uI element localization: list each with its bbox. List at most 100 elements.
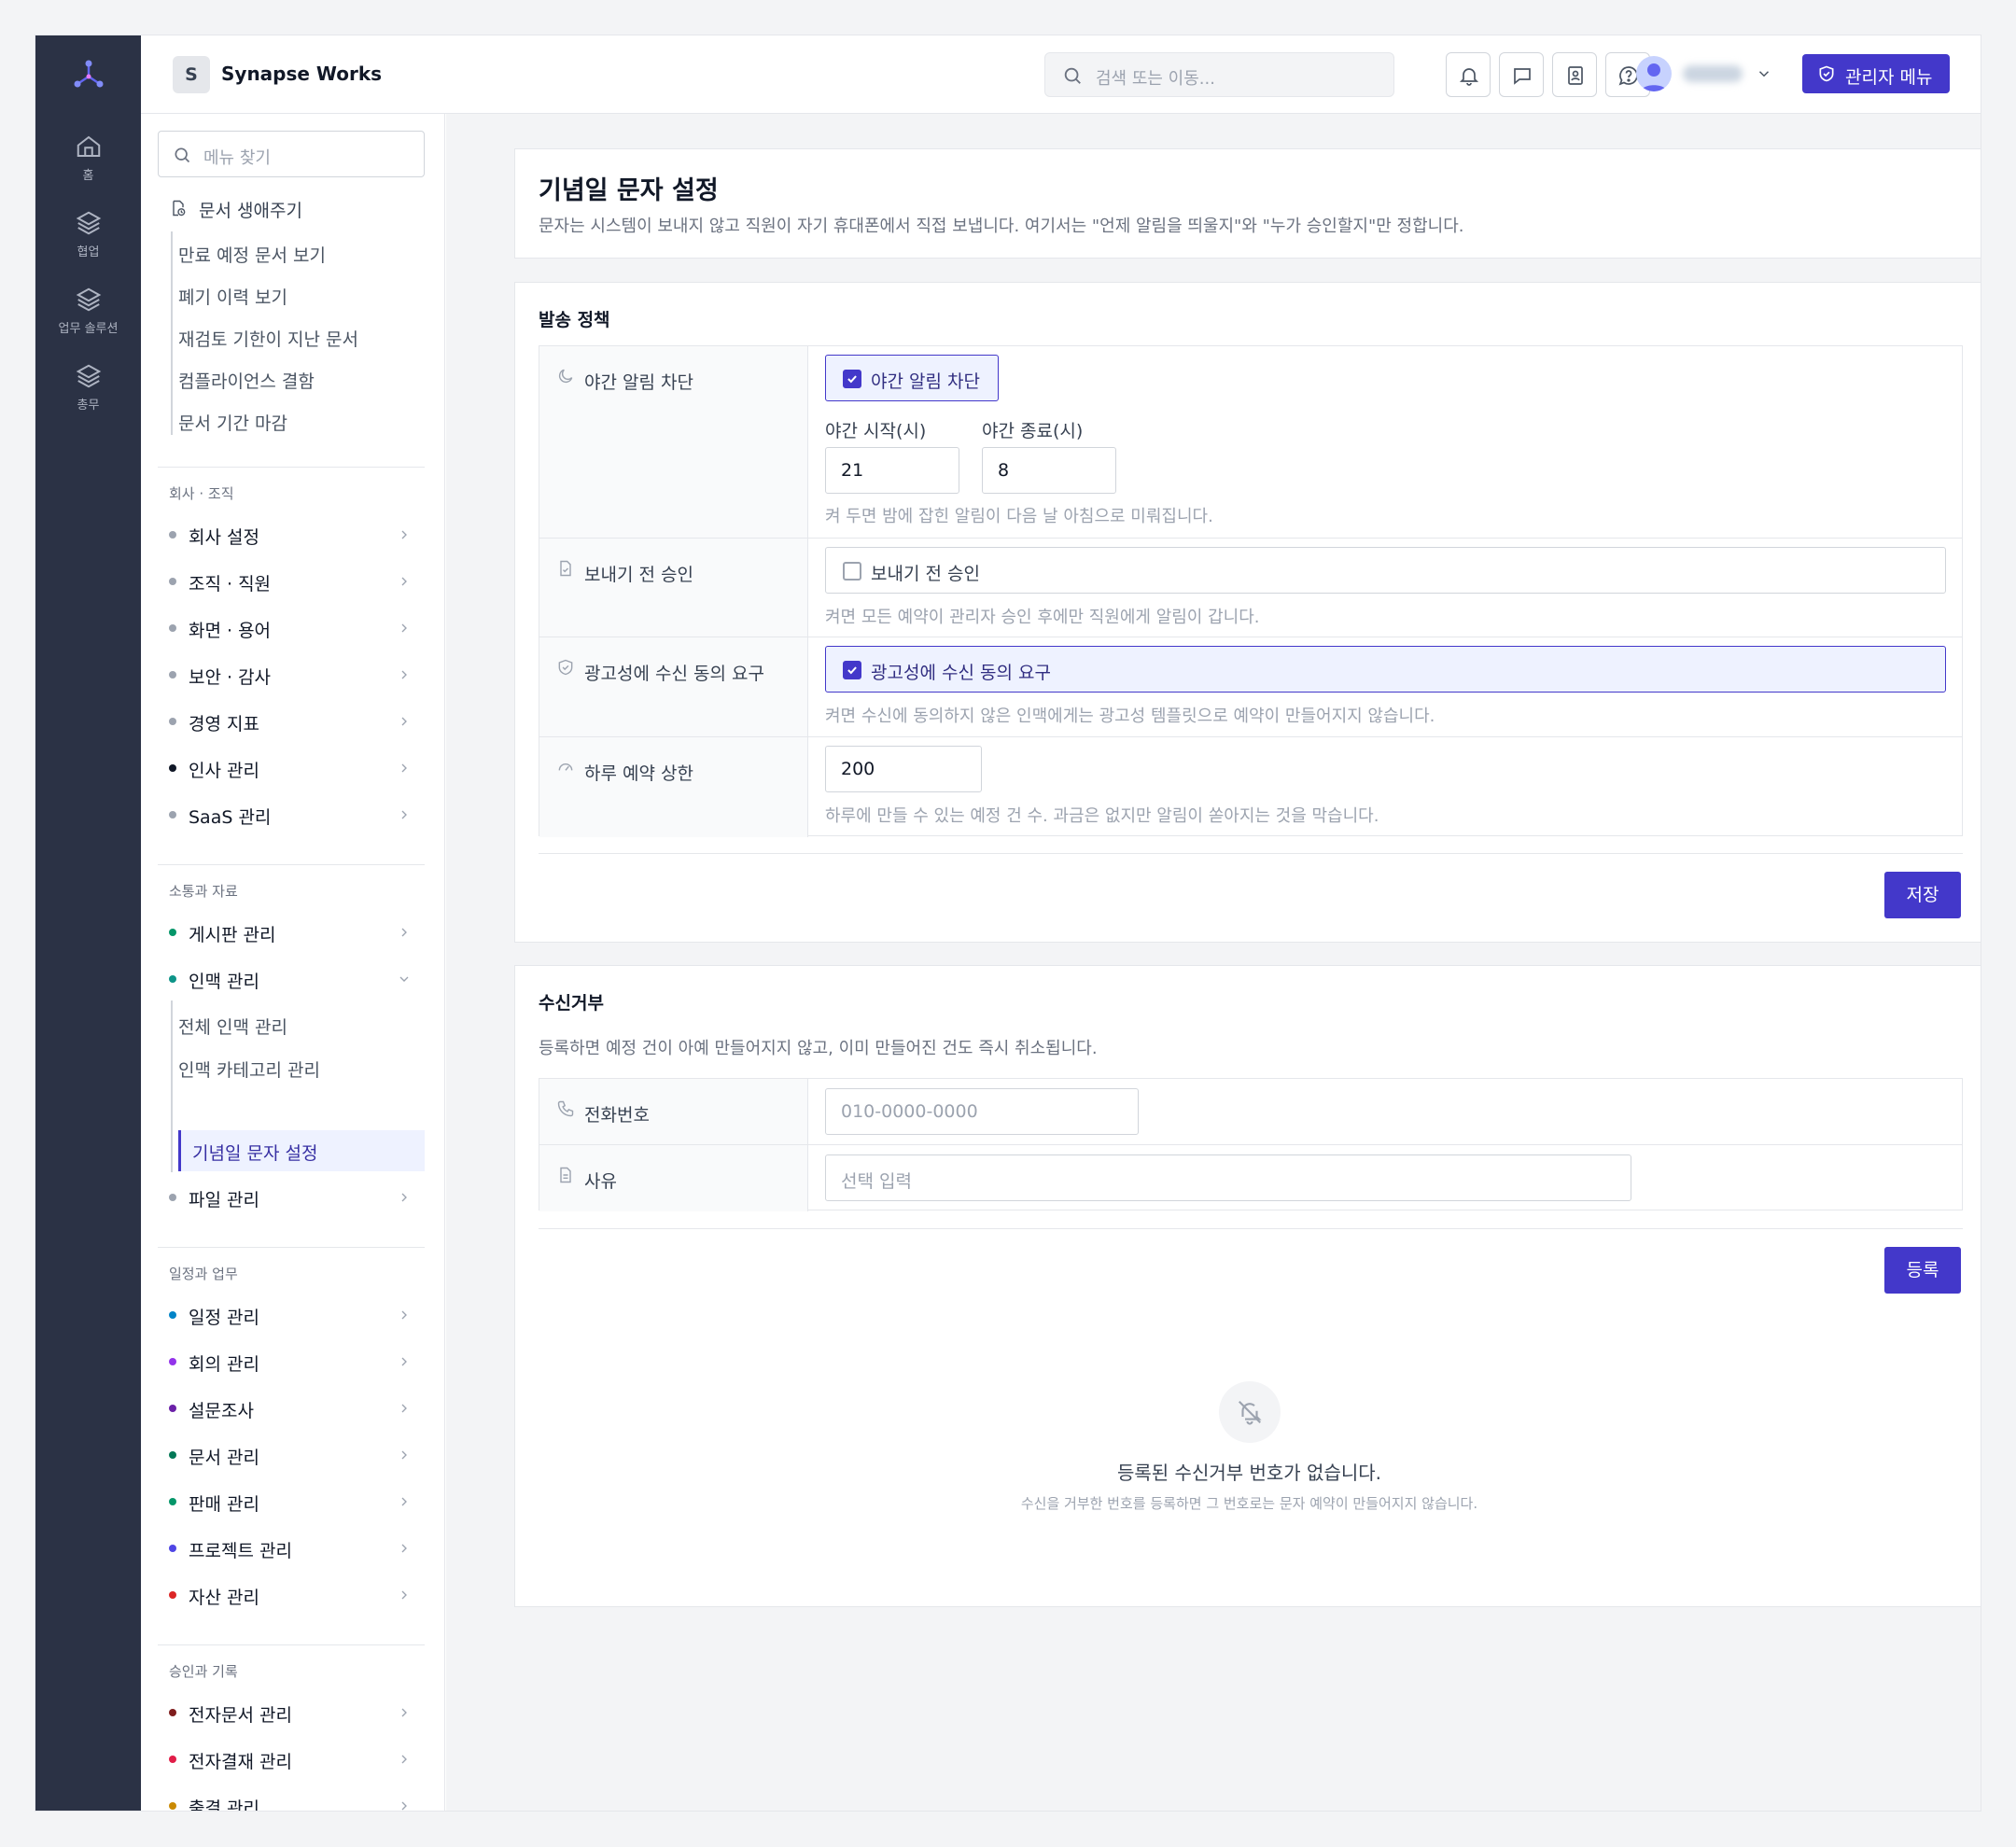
- menu-search-input[interactable]: 메뉴 찾기: [158, 131, 425, 177]
- row-label: 광고성에 수신 동의 요구: [584, 664, 764, 684]
- contacts-button[interactable]: [1552, 52, 1597, 97]
- rail-item-home[interactable]: 홈: [35, 133, 141, 183]
- shield-check-icon: [1819, 65, 1834, 82]
- chevron-right-icon: [401, 1310, 407, 1320]
- rail-item-general-affairs[interactable]: 총무: [35, 362, 141, 413]
- sidebar-item-screen-terms[interactable]: 화면 · 용어: [158, 609, 425, 648]
- register-button[interactable]: 등록: [1884, 1247, 1961, 1294]
- sidebar-item-org-staff[interactable]: 조직 · 직원: [158, 562, 425, 601]
- sidebar-item-company-settings[interactable]: 회사 설정: [158, 515, 425, 554]
- checkbox-box: [843, 661, 861, 679]
- sidebar-item-kpi[interactable]: 경영 지표: [158, 702, 425, 741]
- status-dot: [169, 1591, 176, 1599]
- checkbox-box: [843, 370, 861, 388]
- sidebar-item-attendance[interactable]: 출결 관리: [158, 1786, 425, 1811]
- row-header: 사유: [539, 1145, 808, 1211]
- status-dot: [169, 1405, 176, 1412]
- org-name[interactable]: Synapse Works: [221, 63, 382, 85]
- page-description: 문자는 시스템이 보내지 않고 직원이 자기 휴대폰에서 직접 보냅니다. 여기…: [539, 217, 1464, 236]
- admin-menu-button[interactable]: 관리자 메뉴: [1802, 54, 1950, 93]
- avatar[interactable]: [1636, 56, 1672, 91]
- notifications-button[interactable]: [1446, 52, 1491, 97]
- status-dot: [169, 1545, 176, 1552]
- sidebar-item-assets[interactable]: 자산 관리: [158, 1575, 425, 1615]
- sidebar-section-title: 승인과 기록: [169, 1663, 238, 1680]
- status-dot: [169, 1802, 176, 1810]
- sidebar-item-saas[interactable]: SaaS 관리: [158, 795, 425, 834]
- search-icon: [175, 147, 190, 163]
- row-label: 보내기 전 승인: [584, 565, 693, 585]
- file-check-icon: [560, 560, 571, 577]
- daily-limit-input[interactable]: 200: [825, 746, 982, 792]
- sidebar-subitem-expiring[interactable]: 만료 예정 문서 보기: [178, 242, 326, 267]
- sidebar-item-meetings[interactable]: 회의 관리: [158, 1342, 425, 1381]
- status-dot: [169, 718, 176, 725]
- sidebar-item-projects[interactable]: 프로젝트 관리: [158, 1529, 425, 1568]
- checkbox-box: [843, 562, 861, 581]
- messages-button[interactable]: [1499, 52, 1544, 97]
- sidebar-item-hr[interactable]: 인사 관리: [158, 749, 425, 788]
- main-content: 기념일 문자 설정 문자는 시스템이 보내지 않고 직원이 자기 휴대폰에서 직…: [446, 114, 1981, 1811]
- sidebar-item-sales[interactable]: 판매 관리: [158, 1482, 425, 1521]
- shield-check-icon: [558, 659, 573, 676]
- sidebar-divider: [158, 1247, 425, 1248]
- sidebar-item-label: 회의 관리: [189, 1354, 259, 1375]
- sidebar-item-board[interactable]: 게시판 관리: [158, 913, 425, 952]
- reason-input[interactable]: 선택 입력: [825, 1154, 1631, 1201]
- chevron-down-icon[interactable]: [1756, 65, 1772, 82]
- page-title: 기념일 문자 설정: [539, 176, 719, 205]
- sidebar-item-contacts[interactable]: 인맥 관리: [158, 959, 425, 999]
- night-block-checkbox[interactable]: 야간 알림 차단: [825, 355, 999, 401]
- sidebar-divider: [158, 864, 425, 865]
- sidebar-item-e-approval[interactable]: 전자결재 관리: [158, 1740, 425, 1779]
- rail-item-label: 홈: [82, 169, 94, 183]
- status-dot: [169, 1311, 176, 1319]
- chevron-right-icon: [401, 1801, 407, 1811]
- night-start-input[interactable]: 21: [825, 447, 959, 494]
- sidebar-subitem-anniversary-sms-active[interactable]: 기념일 문자 설정: [178, 1130, 425, 1171]
- daily-limit-hint: 하루에 만들 수 있는 예정 건 수. 과금은 없지만 알림이 쏟아지는 것을 …: [825, 806, 1379, 826]
- sidebar-item-label: 자산 관리: [189, 1588, 259, 1608]
- chevron-right-icon: [401, 1544, 407, 1553]
- org-badge[interactable]: S: [173, 56, 210, 93]
- consent-checkbox[interactable]: 광고성에 수신 동의 요구: [825, 646, 1946, 693]
- night-end-input[interactable]: 8: [982, 447, 1116, 494]
- approval-checkbox[interactable]: 보내기 전 승인: [825, 547, 1946, 594]
- top-bar: S Synapse Works 검색 또는 이동... 관리자 메뉴: [141, 35, 1981, 114]
- sidebar-subitem-compliance[interactable]: 컴플라이언스 결함: [178, 368, 315, 393]
- rail-item-solutions[interactable]: 업무 솔루션: [35, 286, 141, 336]
- rail-item-label: 업무 솔루션: [58, 322, 119, 336]
- global-search-input[interactable]: 검색 또는 이동...: [1044, 52, 1394, 97]
- user-name-blurred[interactable]: [1683, 65, 1743, 82]
- save-button[interactable]: 저장: [1884, 872, 1961, 918]
- user-avatar-icon: [1641, 63, 1667, 91]
- home-icon: [77, 135, 100, 157]
- sidebar-item-schedule[interactable]: 일정 관리: [158, 1295, 425, 1335]
- empty-state-icon-wrap: [1219, 1381, 1281, 1443]
- opt-out-row-phone: 전화번호 010-0000-0000: [539, 1079, 1962, 1145]
- sidebar-subitem-overdue-review[interactable]: 재검토 기한이 지난 문서: [178, 326, 358, 351]
- sidebar-subitem-contact-categories[interactable]: 인맥 카테고리 관리: [178, 1056, 320, 1082]
- sidebar-item-e-documents[interactable]: 전자문서 관리: [158, 1693, 425, 1732]
- rail-item-collab[interactable]: 협업: [35, 209, 141, 259]
- sidebar-subitem-period-close[interactable]: 문서 기간 마감: [178, 410, 287, 435]
- phone-input[interactable]: 010-0000-0000: [825, 1088, 1139, 1135]
- sidebar-item-documents[interactable]: 문서 관리: [158, 1435, 425, 1475]
- row-label: 전화번호: [584, 1105, 650, 1126]
- send-policy-card: 발송 정책 야간 알림 차단 야간 알림 차단 야간 시작(시) 야간 종료(시…: [514, 282, 1981, 943]
- sidebar-item-files[interactable]: 파일 관리: [158, 1178, 425, 1217]
- chat-icon: [1514, 68, 1531, 85]
- sidebar-item-security-audit[interactable]: 보안 · 감사: [158, 655, 425, 694]
- sidebar-item-doc-lifecycle[interactable]: 문서 생애주기: [158, 189, 425, 228]
- bell-icon: [1459, 68, 1479, 86]
- sidebar-subitem-disposal-history[interactable]: 폐기 이력 보기: [178, 284, 287, 309]
- app-logo[interactable]: [71, 56, 106, 91]
- chevron-right-icon: [401, 1450, 407, 1460]
- sidebar-subitem-all-contacts[interactable]: 전체 인맥 관리: [178, 1014, 287, 1039]
- checkbox-label: 광고성에 수신 동의 요구: [871, 663, 1051, 683]
- consent-hint: 켜면 수신에 동의하지 않은 인맥에게는 광고성 템플릿으로 예약이 만들어지지…: [825, 707, 1435, 726]
- sidebar-item-label: 전자문서 관리: [189, 1705, 292, 1726]
- status-dot: [169, 811, 176, 819]
- sidebar-item-label: 전자결재 관리: [189, 1752, 292, 1772]
- sidebar-item-survey[interactable]: 설문조사: [158, 1389, 425, 1428]
